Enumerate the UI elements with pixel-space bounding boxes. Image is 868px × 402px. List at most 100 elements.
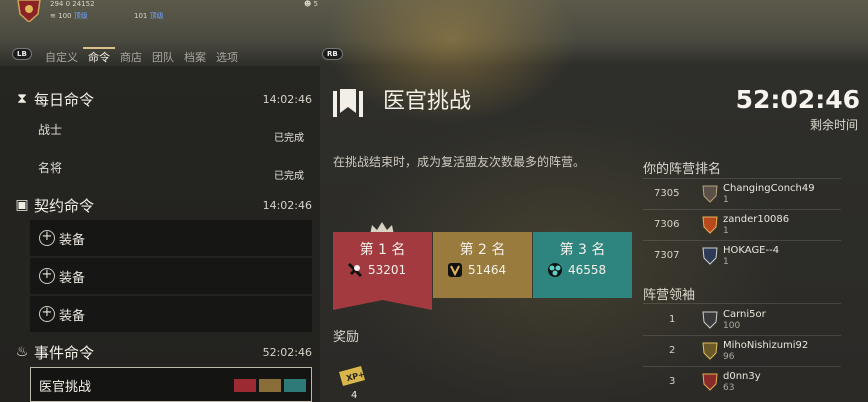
rank-banner-tail — [333, 298, 432, 310]
rank-label: 第 3 名 — [559, 242, 606, 258]
contract-slot-label: 装备 — [59, 271, 86, 286]
reward-quantity: 4 — [351, 390, 358, 401]
daily-order-name: 战士 — [38, 123, 63, 137]
contract-order-slot[interactable]: + 装备 — [30, 296, 312, 332]
tab-options[interactable]: 选项 — [211, 47, 243, 65]
player-score: 63 — [723, 383, 735, 393]
player-score: 1 — [723, 195, 729, 205]
rank-score: 51464 — [468, 263, 507, 277]
tab-customize[interactable]: 自定义 — [40, 47, 83, 65]
hourglass-icon: ⧗ — [17, 91, 27, 107]
plus-icon: + — [39, 230, 55, 246]
tab-orders[interactable]: 命令 — [83, 47, 115, 65]
tab-profile[interactable]: 档案 — [179, 47, 211, 65]
event-orders-title: 事件命令 — [34, 344, 95, 362]
knight-emblem-icon — [347, 262, 363, 278]
daily-orders-header: ⧗ 每日命令 14:02:46 — [0, 86, 320, 112]
wifi-icon: ≋ — [50, 12, 56, 20]
lb-button[interactable]: LB — [12, 48, 32, 60]
friends-icon: ☻ — [304, 0, 312, 8]
daily-orders-title: 每日命令 — [34, 91, 95, 109]
ranking-row[interactable]: 7305 ChangingConch49 1 — [643, 179, 841, 209]
player-emblem-icon[interactable] — [14, 0, 44, 22]
player-name: ChangingConch49 — [723, 183, 815, 194]
rank-card-second: 第 2 名 51464 — [433, 232, 532, 298]
row-rank: 7306 — [654, 219, 680, 230]
daily-order-name: 名将 — [38, 161, 63, 175]
plus-icon: + — [39, 268, 55, 284]
daily-order-item[interactable]: 战士 已完成 — [30, 114, 314, 148]
currency-stat: 294 0 24152 — [50, 0, 95, 8]
player-emblem-icon — [702, 216, 718, 234]
player-emblem-icon — [702, 185, 718, 203]
leader-row[interactable]: 1 Carni5or 100 — [643, 305, 841, 335]
divider — [643, 303, 841, 304]
friends-stat: ☻ 5 — [304, 0, 318, 8]
player-name: MihoNishizumi92 — [723, 340, 809, 351]
tab-team[interactable]: 团队 — [147, 47, 179, 65]
challenge-detail: 医官挑战 52:02:46 剩余时间 在挑战结束时，成为复活盟友次数最多的阵营。… — [320, 66, 868, 402]
event-orders-time: 52:02:46 — [262, 346, 312, 359]
rank-score: 46558 — [568, 263, 607, 277]
player-level-tier: 顶级 — [73, 12, 88, 20]
event-order-item[interactable]: 医官挑战 — [30, 367, 312, 402]
plus-icon: + — [39, 306, 55, 322]
faction-ranking-heading: 你的阵营排名 — [643, 162, 722, 177]
leader-row[interactable]: 2 MihoNishizumi92 96 — [643, 336, 841, 366]
row-rank: 3 — [669, 376, 676, 387]
rank-card-first: 第 1 名 53201 — [333, 232, 432, 300]
tab-store[interactable]: 商店 — [115, 47, 147, 65]
leader-row[interactable]: 3 d0nn3y 63 — [643, 367, 841, 397]
player-emblem-icon — [702, 342, 718, 360]
player-level-stat: ≋ 100 顶级 — [50, 11, 88, 21]
contract-order-slot[interactable]: + 装备 — [30, 220, 312, 256]
ranking-row[interactable]: 7306 zander10086 1 — [643, 210, 841, 240]
player-score: 1 — [723, 226, 729, 236]
main-tabs: 自定义 命令 商店 团队 档案 选项 — [40, 47, 243, 65]
contract-orders-time: 14:02:46 — [262, 199, 312, 212]
row-rank: 7307 — [654, 250, 680, 261]
viking-emblem-icon — [448, 263, 462, 277]
top-bar: 294 0 24152 ≋ 100 顶级 101 顶级 ☻ 5 LB 自定义 命… — [0, 0, 868, 66]
player-emblem-icon — [702, 373, 718, 391]
player-name: zander10086 — [723, 214, 790, 225]
xp-boost-icon: XP+ — [339, 366, 366, 386]
orders-list: ⧗ 每日命令 14:02:46 战士 已完成 名将 已完成 ▣ 契约命令 14:… — [0, 66, 320, 402]
contract-orders-header: ▣ 契约命令 14:02:46 — [0, 192, 320, 218]
daily-orders-time: 14:02:46 — [262, 93, 312, 106]
row-rank: 1 — [669, 314, 676, 325]
renown-level-stat: 101 顶级 — [134, 11, 164, 21]
row-rank: 7305 — [654, 188, 680, 199]
flame-icon: ♨ — [15, 344, 29, 360]
player-name: Carni5or — [723, 309, 766, 320]
reward-heading: 奖励 — [333, 330, 360, 345]
event-order-name: 医官挑战 — [39, 380, 92, 395]
row-rank: 2 — [669, 345, 676, 356]
player-name: d0nn3y — [723, 371, 761, 382]
time-remaining-label: 剩余时间 — [809, 118, 858, 132]
renown-level-tier: 顶级 — [149, 12, 164, 20]
player-name: HOKAGE--4 — [723, 245, 780, 256]
daily-order-status: 已完成 — [274, 133, 304, 144]
challenge-timer: 52:02:46 — [735, 85, 860, 114]
rank-label: 第 1 名 — [359, 242, 406, 258]
contract-orders-title: 契约命令 — [34, 197, 95, 215]
contract-order-slot[interactable]: + 装备 — [30, 258, 312, 294]
player-score: 100 — [723, 321, 741, 331]
event-orders-header: ♨ 事件命令 52:02:46 — [0, 339, 320, 365]
samurai-faction-mini — [284, 379, 306, 392]
contract-slot-label: 装备 — [59, 233, 86, 248]
banner-icon — [333, 89, 363, 117]
ranking-row[interactable]: 7307 HOKAGE--4 1 — [643, 241, 841, 271]
renown-level-number: 101 — [134, 12, 148, 20]
rank-score: 53201 — [368, 263, 407, 277]
player-score: 1 — [723, 257, 729, 267]
rank-card-third: 第 3 名 46558 — [533, 232, 632, 298]
contract-slot-label: 装备 — [59, 309, 86, 324]
rb-button[interactable]: RB — [322, 48, 343, 60]
daily-order-item[interactable]: 名将 已完成 — [30, 152, 314, 186]
faction-leaders-heading: 阵营领袖 — [643, 288, 696, 303]
player-score: 96 — [723, 352, 735, 362]
contract-icon: ▣ — [15, 197, 29, 213]
challenge-title: 医官挑战 — [383, 89, 472, 114]
